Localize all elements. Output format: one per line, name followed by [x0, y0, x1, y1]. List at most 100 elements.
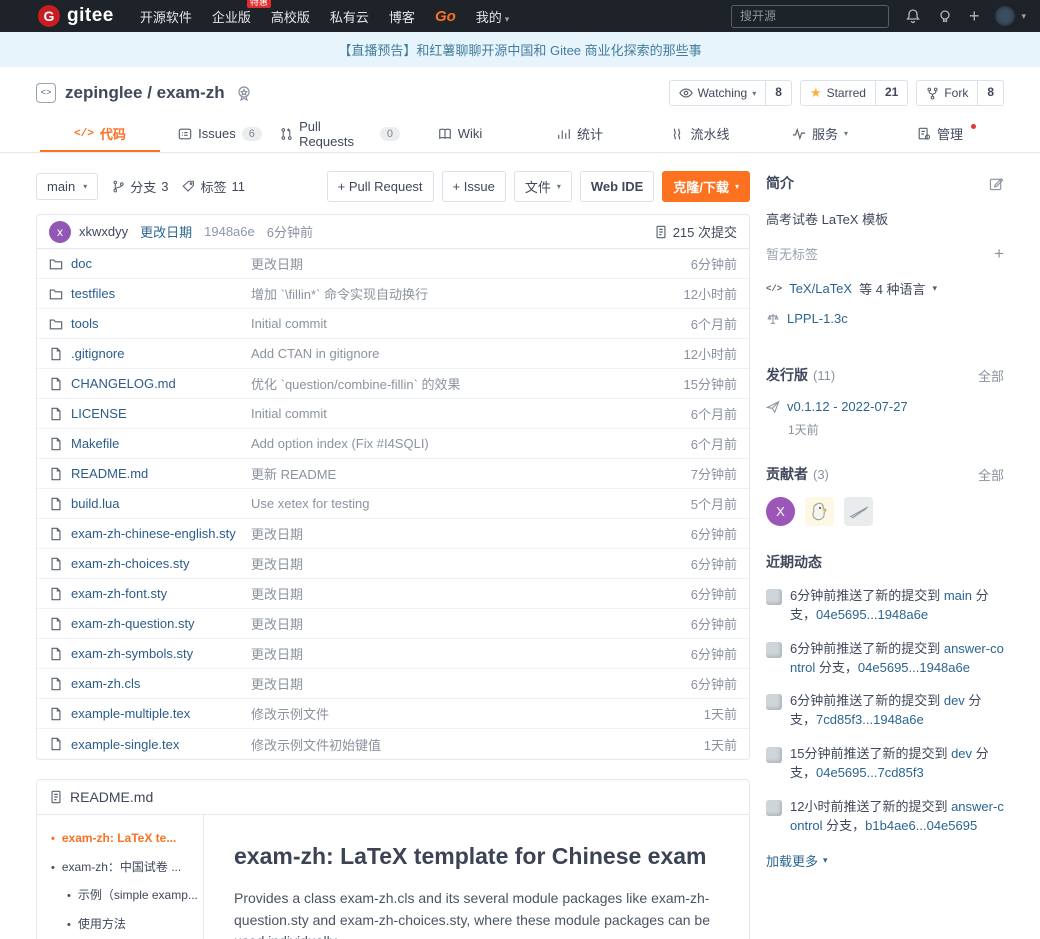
file-commit-message[interactable]: Add option index (Fix #I4SQLI): [251, 436, 691, 451]
file-menu-button[interactable]: 文件 ▾: [514, 171, 572, 202]
tab-wiki[interactable]: Wiki: [400, 115, 520, 152]
commit-author-avatar[interactable]: x: [49, 221, 71, 243]
tab-code[interactable]: </> 代码: [40, 115, 160, 152]
fork-count[interactable]: 8: [977, 81, 1003, 105]
file-link[interactable]: testfiles: [49, 286, 251, 301]
create-plus-icon[interactable]: +: [969, 6, 980, 27]
feedback-bulb-icon[interactable]: [937, 8, 953, 24]
file-commit-message[interactable]: Initial commit: [251, 406, 691, 421]
toc-item[interactable]: •示例（simple examp...: [37, 888, 199, 904]
activity-avatar[interactable]: [766, 747, 782, 763]
nav-item-opensource[interactable]: 开源软件: [140, 7, 192, 26]
new-pull-request-button[interactable]: + Pull Request: [327, 171, 434, 202]
commit-hash[interactable]: 1948a6e: [204, 224, 255, 239]
edit-icon[interactable]: [989, 176, 1004, 191]
commit-author[interactable]: xkwxdyy: [79, 224, 128, 239]
tab-services[interactable]: 服务 ▾: [760, 115, 880, 152]
nav-item-my[interactable]: 我的▾: [476, 7, 510, 26]
file-link[interactable]: .gitignore: [49, 346, 251, 361]
file-link[interactable]: exam-zh-font.sty: [49, 586, 251, 601]
repo-name-link[interactable]: exam-zh: [157, 83, 225, 102]
file-link[interactable]: CHANGELOG.md: [49, 376, 251, 391]
add-tag-plus-icon[interactable]: +: [994, 245, 1004, 262]
web-ide-button[interactable]: Web IDE: [580, 171, 655, 202]
notifications-bell-icon[interactable]: [905, 8, 921, 24]
commit-range-link[interactable]: 04e5695...1948a6e: [816, 607, 928, 622]
file-link[interactable]: exam-zh.cls: [49, 676, 251, 691]
file-commit-message[interactable]: 修改示例文件: [251, 704, 704, 723]
watch-count[interactable]: 8: [765, 81, 791, 105]
gitee-logo[interactable]: G gitee: [38, 5, 114, 27]
file-link[interactable]: tools: [49, 316, 251, 331]
star-button[interactable]: ★ Starred: [801, 81, 875, 105]
commit-range-link[interactable]: b1b4ae6...04e5695: [865, 818, 977, 833]
branch-link[interactable]: main: [944, 588, 972, 603]
toc-item[interactable]: •使用方法: [37, 917, 199, 933]
license-link[interactable]: LPPL-1.3c: [787, 311, 848, 326]
contributor-avatar[interactable]: X: [766, 497, 795, 526]
toc-item[interactable]: •exam-zh: LaTeX te...: [37, 831, 199, 847]
clone-download-button[interactable]: 克隆/下载 ▾: [662, 171, 750, 202]
file-commit-message[interactable]: 更改日期: [251, 554, 691, 573]
activity-avatar[interactable]: [766, 694, 782, 710]
file-link[interactable]: example-single.tex: [49, 737, 251, 752]
contributor-avatar[interactable]: [805, 497, 834, 526]
commit-range-link[interactable]: 7cd85f3...1948a6e: [816, 712, 924, 727]
tab-pipeline[interactable]: 流水线: [640, 115, 760, 152]
file-commit-message[interactable]: 更改日期: [251, 584, 691, 603]
file-commit-message[interactable]: 增加 `\fillin*` 命令实现自动换行: [251, 284, 684, 303]
search-input[interactable]: [740, 9, 880, 23]
activity-avatar[interactable]: [766, 589, 782, 605]
file-commit-message[interactable]: 更改日期: [251, 614, 691, 633]
load-more-link[interactable]: 加载更多 ▾: [766, 851, 1004, 870]
release-version-link[interactable]: v0.1.12 - 2022-07-27: [787, 399, 908, 414]
activity-avatar[interactable]: [766, 800, 782, 816]
file-commit-message[interactable]: Use xetex for testing: [251, 496, 691, 511]
contributors-all-link[interactable]: 全部: [978, 465, 1004, 484]
commit-range-link[interactable]: 04e5695...1948a6e: [858, 660, 970, 675]
repo-badge-medal-icon[interactable]: [235, 84, 253, 102]
file-commit-message[interactable]: Add CTAN in gitignore: [251, 346, 684, 361]
chevron-down-icon[interactable]: ▾: [933, 283, 938, 294]
nav-item-education[interactable]: 高校版: [271, 7, 310, 26]
releases-all-link[interactable]: 全部: [978, 366, 1004, 385]
commit-range-link[interactable]: 04e5695...7cd85f3: [816, 765, 924, 780]
readme-filename[interactable]: README.md: [70, 789, 153, 805]
activity-avatar[interactable]: [766, 642, 782, 658]
file-commit-message[interactable]: 修改示例文件初始键值: [251, 735, 704, 754]
tab-statistics[interactable]: 统计: [520, 115, 640, 152]
user-avatar[interactable]: ▾: [995, 6, 1026, 26]
file-link[interactable]: README.md: [49, 466, 251, 481]
file-commit-message[interactable]: 更改日期: [251, 674, 691, 693]
file-commit-message[interactable]: 更改日期: [251, 644, 691, 663]
tab-pull-requests[interactable]: Pull Requests 0: [280, 115, 400, 152]
commits-count-link[interactable]: 215 次提交: [654, 222, 737, 241]
file-commit-message[interactable]: 优化 `question/combine-fillin` 的效果: [251, 374, 684, 393]
file-commit-message[interactable]: 更新 README: [251, 464, 691, 483]
nav-item-go[interactable]: Go: [435, 8, 456, 25]
file-commit-message[interactable]: Initial commit: [251, 316, 691, 331]
branches-link[interactable]: 分支3: [112, 177, 168, 196]
repo-owner-link[interactable]: zepinglee: [65, 83, 142, 102]
file-link[interactable]: doc: [49, 256, 251, 271]
file-link[interactable]: exam-zh-symbols.sty: [49, 646, 251, 661]
branch-selector[interactable]: main ▾: [36, 173, 98, 200]
file-link[interactable]: build.lua: [49, 496, 251, 511]
tab-manage[interactable]: 管理: [880, 115, 1000, 152]
commit-message-link[interactable]: 更改日期: [140, 222, 192, 241]
file-link[interactable]: example-multiple.tex: [49, 706, 251, 721]
new-issue-button[interactable]: + Issue: [442, 171, 506, 202]
file-link[interactable]: exam-zh-choices.sty: [49, 556, 251, 571]
branch-link[interactable]: dev: [944, 693, 965, 708]
fork-button[interactable]: Fork: [917, 81, 977, 105]
nav-item-enterprise[interactable]: 企业版 特惠: [212, 7, 251, 26]
file-link[interactable]: exam-zh-question.sty: [49, 616, 251, 631]
file-link[interactable]: Makefile: [49, 436, 251, 451]
file-commit-message[interactable]: 更改日期: [251, 524, 691, 543]
watch-button[interactable]: Watching ▾: [670, 81, 766, 105]
tags-link[interactable]: 标签11: [182, 177, 245, 196]
nav-item-blog[interactable]: 博客: [389, 7, 415, 26]
toc-item[interactable]: •exam-zh：中国试卷 ...: [37, 860, 199, 876]
file-commit-message[interactable]: 更改日期: [251, 254, 691, 273]
announcement-banner[interactable]: 【直播预告】和红薯聊聊开源中国和 Gitee 商业化探索的那些事: [0, 32, 1040, 67]
